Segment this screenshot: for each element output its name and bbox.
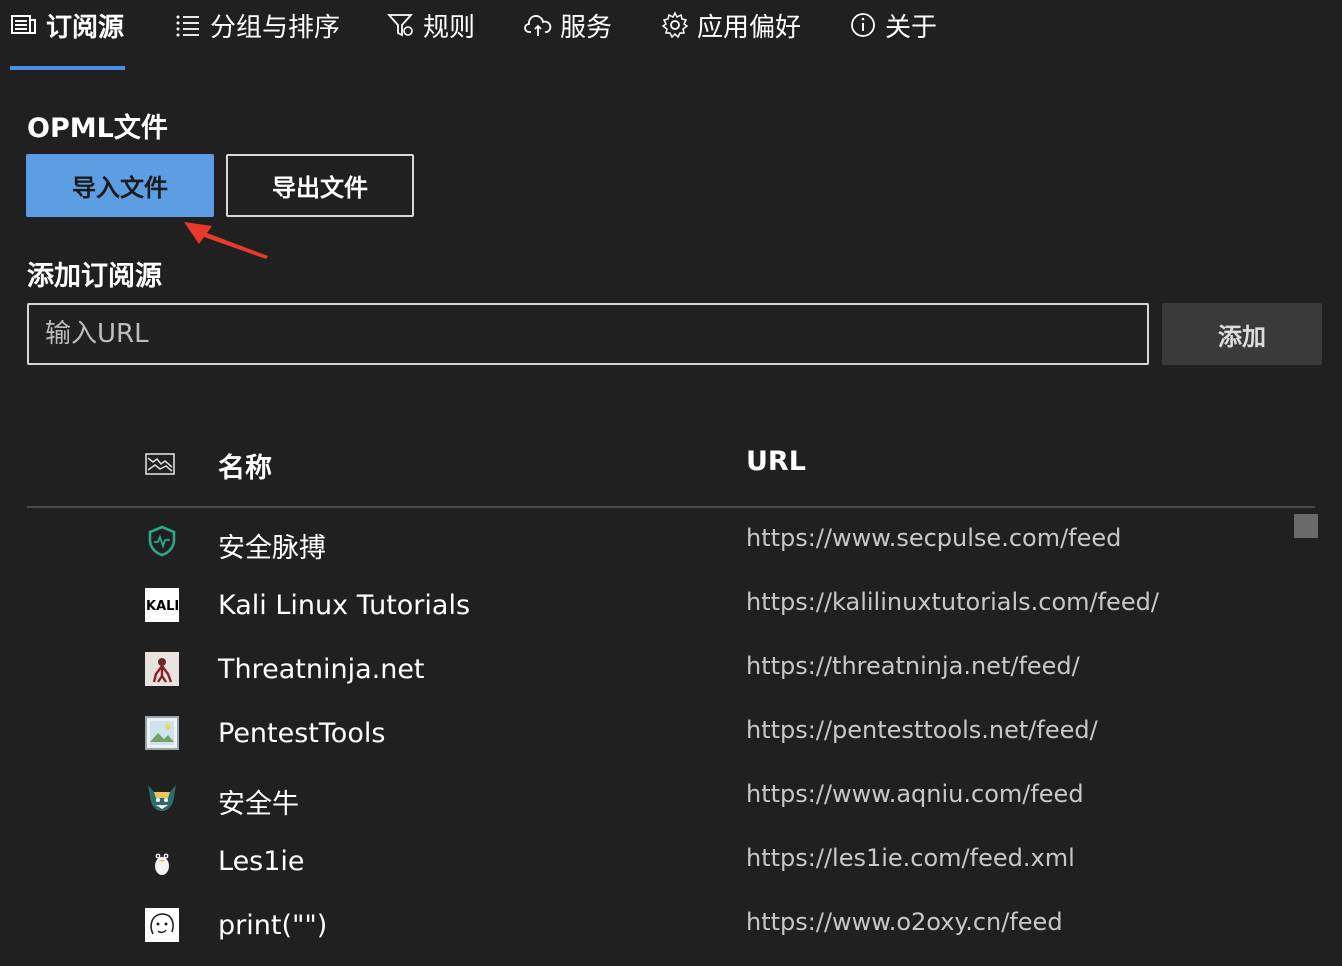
feed-list-icon [10,11,38,39]
feed-url: https://pentesttools.net/feed/ [746,716,1098,744]
table-row[interactable]: print("") https://www.o2oxy.cn/feed [27,894,1287,958]
feed-url: https://www.aqniu.com/feed [746,780,1084,808]
url-column-header[interactable]: URL [746,446,806,477]
tab-label: 服务 [560,12,613,43]
feed-url: https://www.secpulse.com/feed [746,524,1122,552]
opml-section-title: OPML文件 [27,113,168,144]
secpulse-shield-icon [145,524,179,558]
table-row[interactable]: 安全牛 https://www.aqniu.com/feed [27,766,1287,830]
add-button[interactable]: 添加 [1162,303,1322,365]
kali-logo-icon: KALI [145,588,179,622]
image-icon [145,453,175,479]
tab-label: 分组与排序 [210,12,341,43]
tab-preferences[interactable]: 应用偏好 [661,0,801,50]
tab-label: 关于 [885,12,938,43]
gear-icon [661,11,689,39]
active-tab-indicator [10,66,125,70]
feed-name: Les1ie [218,846,305,877]
table-header: 名称 URL [27,438,1315,508]
table-row[interactable]: KALI Kali Linux Tutorials https://kalili… [27,574,1287,638]
aqniu-mascot-icon [145,780,179,814]
feed-name: PentestTools [218,718,386,749]
url-input[interactable] [27,303,1149,365]
feed-url: https://kalilinuxtutorials.com/feed/ [746,588,1159,616]
tab-label: 订阅源 [46,12,125,43]
feed-name: 安全脉搏 [218,533,326,564]
tab-rules[interactable]: 规则 [386,0,476,50]
export-file-button[interactable]: 导出文件 [226,154,414,217]
list-icon [174,11,202,39]
tab-groups-sorting[interactable]: 分组与排序 [174,0,340,50]
feed-url: https://les1ie.com/feed.xml [746,844,1075,872]
tab-about[interactable]: 关于 [849,0,937,50]
table-row[interactable]: 安全脉搏 https://www.secpulse.com/feed [27,510,1287,574]
annotation-arrow [184,222,268,259]
image-placeholder-icon [145,716,179,750]
scrollbar-thumb[interactable] [1294,514,1318,538]
cloud-sync-icon [524,11,552,39]
tab-label: 应用偏好 [697,12,802,43]
tab-bar: 订阅源 分组与排序 规则 服务 应用偏好 关于 [0,0,1342,72]
sketch-face-icon [145,908,179,942]
table-row[interactable]: Les1ie https://les1ie.com/feed.xml [27,830,1287,894]
feed-url: https://threatninja.net/feed/ [746,652,1080,680]
tab-subscriptions[interactable]: 订阅源 [10,0,124,50]
tab-label: 规则 [423,12,476,43]
table-row[interactable]: PentestTools https://pentesttools.net/fe… [27,702,1287,766]
import-file-button[interactable]: 导入文件 [26,154,214,217]
name-column-header[interactable]: 名称 [218,446,272,485]
add-source-section-title: 添加订阅源 [27,261,162,292]
penguin-icon [145,844,179,878]
feed-name: Threatninja.net [218,654,425,685]
table-row[interactable]: Threatninja.net https://threatninja.net/… [27,638,1287,702]
feed-name: print("") [218,910,328,941]
tab-services[interactable]: 服务 [524,0,612,50]
feed-name: Kali Linux Tutorials [218,590,471,621]
filter-settings-icon [386,11,415,39]
feed-url: https://www.o2oxy.cn/feed [746,908,1063,936]
svg-text:KALI: KALI [146,599,179,614]
ninja-icon [145,652,179,686]
feed-name: 安全牛 [218,789,299,820]
info-icon [849,11,877,39]
